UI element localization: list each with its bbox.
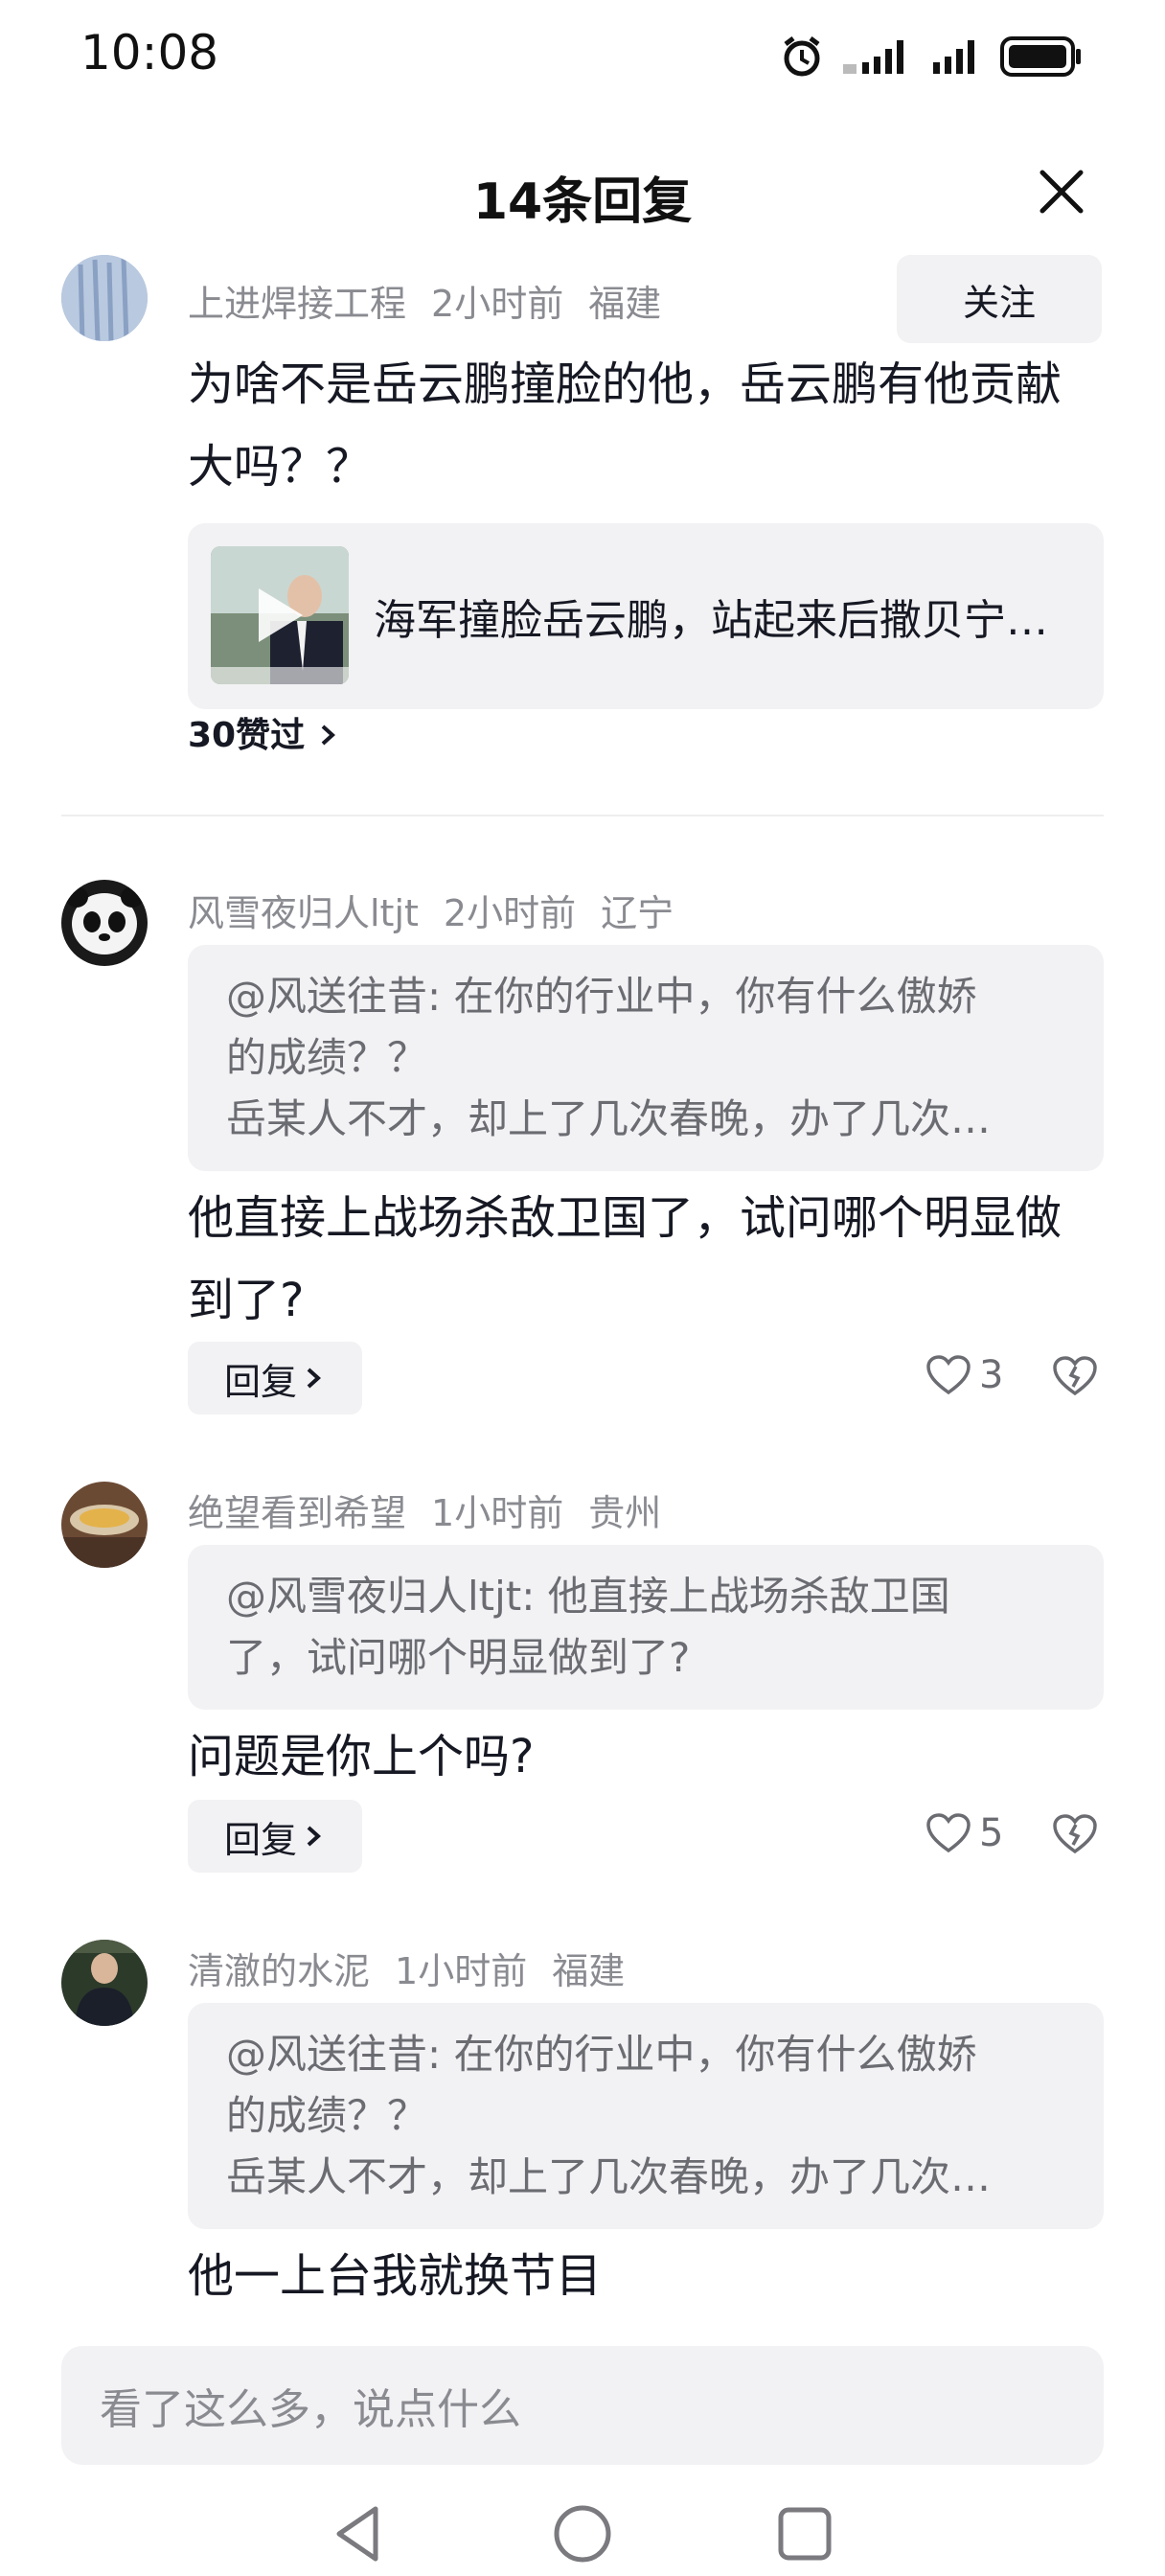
play-icon [259, 588, 303, 642]
location: 贵州 [588, 1492, 662, 1534]
username[interactable]: 上进焊接工程 [188, 283, 406, 325]
heart-icon [926, 1813, 971, 1853]
page-title: 14条回复 [472, 173, 693, 231]
recent-square-icon[interactable] [776, 2505, 834, 2563]
quote-line: @风雪夜归人ltjt: 他直接上战场杀敌卫国 [226, 1573, 950, 1620]
broken-heart-icon [1053, 1814, 1097, 1854]
follow-button[interactable]: 关注 [897, 255, 1102, 343]
comment-text: 问题是你上个吗? [188, 1715, 1108, 1798]
timestamp: 2小时前 [431, 283, 564, 325]
quote-line: 的成绩？？ [226, 2092, 428, 2139]
location: 辽宁 [601, 892, 674, 934]
comment-input[interactable]: 看了这么多，说点什么 [61, 2346, 1104, 2465]
likes-link-label: 30赞过 [188, 716, 306, 755]
dislike-button[interactable] [1052, 1813, 1098, 1859]
avatar[interactable] [61, 1482, 148, 1568]
heart-icon [926, 1355, 971, 1395]
chevron-right-icon [321, 724, 335, 746]
username[interactable]: 清澈的水泥 [188, 1950, 370, 1992]
comment-text-line: 他一上台我就换节目 [188, 2249, 603, 2303]
reply-button-label: 回复 [223, 1818, 297, 1861]
reply-button[interactable]: 回复 [188, 1800, 362, 1873]
reply-button[interactable]: 回复 [188, 1342, 362, 1414]
quote-line: 了，试问哪个明显做到了? [226, 1634, 691, 1681]
quote-line: @风送往昔: 在你的行业中，你有什么傲娇 [226, 973, 977, 1020]
dislike-button[interactable] [1052, 1355, 1098, 1401]
quoted-comment[interactable]: @风送往昔: 在你的行业中，你有什么傲娇 的成绩？？ 岳某人不才，却上了几次春晚… [188, 945, 1104, 1171]
comment-meta: 风雪夜归人ltjt 2小时前 辽宁 [188, 884, 698, 936]
avatar[interactable] [61, 255, 148, 341]
comment-meta: 上进焊接工程 2小时前 福建 [188, 274, 686, 327]
reply-button-label: 回复 [223, 1360, 297, 1403]
home-circle-icon[interactable] [552, 2503, 613, 2564]
video-title: 海军撞脸岳云鹏，站起来后撒贝宁… [374, 596, 1048, 645]
battery-icon [1000, 36, 1081, 77]
timestamp: 2小时前 [443, 892, 577, 934]
comment-text-line: 大吗？？ [188, 440, 373, 494]
comment-text-line: 到了? [188, 1274, 305, 1327]
system-nav-bar [0, 2492, 1165, 2576]
avatar[interactable] [61, 880, 148, 966]
comment-meta: 绝望看到希望 1小时前 贵州 [188, 1484, 686, 1536]
username[interactable]: 风雪夜归人ltjt [188, 892, 419, 934]
status-icons [780, 31, 1083, 82]
comment-text-line: 他直接上战场杀敌卫国了，试问哪个明显做 [188, 1191, 1062, 1245]
username[interactable]: 绝望看到希望 [188, 1492, 406, 1534]
chevron-right-icon [307, 1826, 321, 1847]
like-count: 3 [979, 1353, 1004, 1397]
comment-text-line: 为啥不是岳云鹏撞脸的他，岳云鹏有他贡献 [188, 357, 1062, 411]
chevron-right-icon [307, 1368, 321, 1389]
like-count: 5 [979, 1811, 1004, 1855]
video-card[interactable]: 海军撞脸岳云鹏，站起来后撒贝宁… [188, 523, 1104, 709]
close-icon [1039, 170, 1084, 214]
like-button[interactable]: 3 [925, 1353, 1003, 1397]
signal-icon-2 [933, 40, 974, 74]
video-thumbnail [211, 546, 349, 684]
quoted-comment[interactable]: @风雪夜归人ltjt: 他直接上战场杀敌卫国 了，试问哪个明显做到了? [188, 1545, 1104, 1710]
avatar[interactable] [61, 1940, 148, 2026]
quote-line: 岳某人不才，却上了几次春晚，办了几次… [226, 2153, 992, 2200]
quote-line: @风送往昔: 在你的行业中，你有什么傲娇 [226, 2031, 977, 2078]
comment-text: 他直接上战场杀敌卫国了，试问哪个明显做 到了? [188, 1177, 1108, 1342]
quote-line: 的成绩？？ [226, 1034, 428, 1081]
quoted-comment[interactable]: @风送往昔: 在你的行业中，你有什么傲娇 的成绩？？ 岳某人不才，却上了几次春晚… [188, 2003, 1104, 2229]
broken-heart-icon [1053, 1356, 1097, 1396]
alarm-icon [784, 36, 820, 77]
signal-icon-1 [843, 40, 903, 74]
location: 福建 [552, 1950, 626, 1992]
like-button[interactable]: 5 [925, 1811, 1003, 1855]
quote-line: 岳某人不才，却上了几次春晚，办了几次… [226, 1095, 992, 1142]
likes-link[interactable]: 30赞过 [188, 707, 340, 757]
comment-text-line: 问题是你上个吗? [188, 1730, 535, 1783]
location: 福建 [588, 283, 662, 325]
comment-meta: 清澈的水泥 1小时前 福建 [188, 1942, 650, 1994]
comment-input-placeholder: 看了这么多，说点什么 [100, 2385, 521, 2434]
comment-text: 为啥不是岳云鹏撞脸的他，岳云鹏有他贡献 大吗？？ [188, 343, 1108, 508]
back-triangle-icon[interactable] [330, 2503, 387, 2564]
close-button[interactable] [1035, 165, 1088, 218]
timestamp: 1小时前 [431, 1492, 564, 1534]
comment-text: 他一上台我就换节目 [188, 2235, 1108, 2317]
timestamp: 1小时前 [395, 1950, 528, 1992]
divider [61, 815, 1104, 816]
status-time: 10:08 [80, 25, 219, 80]
